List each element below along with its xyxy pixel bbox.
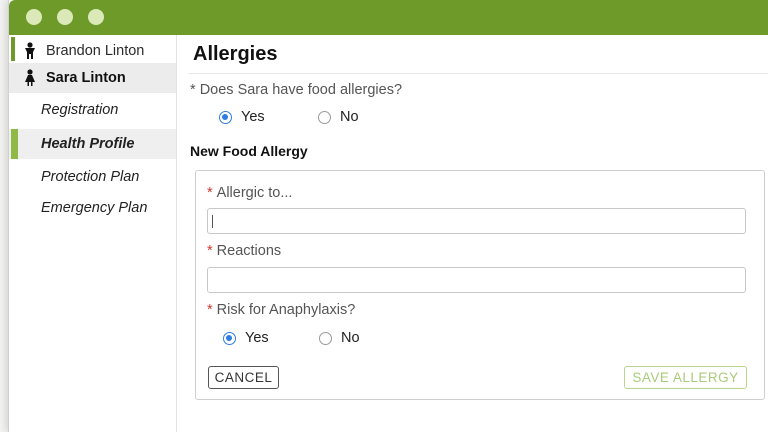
- allergic-to-input[interactable]: [207, 208, 746, 234]
- window-control-dot[interactable]: [26, 9, 42, 25]
- question-text: Does Sara have food allergies?: [199, 82, 403, 98]
- allergic-to-label: * Allergic to...: [207, 185, 292, 201]
- main-content: Allergies * Does Sara have food allergie…: [177, 35, 768, 432]
- anaphylaxis-yes-radio[interactable]: Yes: [223, 330, 269, 346]
- sidebar-person-brandon[interactable]: Brandon Linton: [9, 37, 176, 65]
- sidebar: Brandon Linton Sara Linton Registration …: [9, 35, 177, 432]
- label-text: Reactions: [216, 243, 282, 259]
- save-allergy-button[interactable]: SAVE ALLERGY: [624, 366, 747, 389]
- text-cursor: [212, 215, 213, 228]
- required-mark: *: [207, 185, 213, 201]
- radio-unselected[interactable]: [319, 331, 332, 345]
- anaphylaxis-label: * Risk for Anaphylaxis?: [207, 302, 355, 318]
- app-window: Brandon Linton Sara Linton Registration …: [8, 0, 768, 432]
- reactions-label: * Reactions: [207, 243, 281, 259]
- window-control-dot[interactable]: [88, 9, 104, 25]
- radio-selected[interactable]: [219, 110, 232, 124]
- radio-label: No: [340, 109, 359, 125]
- section-title: New Food Allergy: [190, 143, 308, 159]
- food-allergy-question: * Does Sara have food allergies?: [190, 82, 402, 98]
- reactions-input[interactable]: [207, 267, 746, 293]
- radio-selected[interactable]: [223, 331, 236, 345]
- food-allergy-yes-radio[interactable]: Yes: [219, 109, 265, 125]
- child-girl-icon: [25, 69, 35, 86]
- sidebar-person-sara[interactable]: Sara Linton: [9, 63, 176, 93]
- radio-unselected[interactable]: [318, 110, 331, 124]
- radio-label: No: [341, 330, 360, 346]
- sidebar-item-registration[interactable]: Registration: [9, 95, 176, 125]
- page-title: Allergies: [193, 43, 278, 65]
- required-mark: *: [207, 243, 213, 259]
- sidebar-item-emergency-plan[interactable]: Emergency Plan: [9, 193, 176, 223]
- radio-label: Yes: [241, 109, 265, 125]
- child-boy-icon: [25, 42, 35, 59]
- label-text: Allergic to...: [216, 185, 293, 201]
- sidebar-item-protection-plan[interactable]: Protection Plan: [9, 162, 176, 192]
- radio-label: Yes: [245, 330, 269, 346]
- divider: [189, 73, 768, 74]
- title-bar: [9, 0, 768, 35]
- sidebar-item-health-profile[interactable]: Health Profile: [9, 129, 176, 159]
- new-allergy-form: * Allergic to... * Reactions * Risk for Ana…: [195, 170, 765, 400]
- required-mark: *: [207, 302, 213, 318]
- cancel-button[interactable]: CANCEL: [208, 366, 279, 389]
- person-name: Brandon Linton: [46, 43, 145, 59]
- label-text: Risk for Anaphylaxis?: [216, 302, 356, 318]
- anaphylaxis-no-radio[interactable]: No: [319, 330, 360, 346]
- required-mark: *: [190, 82, 196, 98]
- person-name: Sara Linton: [46, 70, 126, 86]
- window-control-dot[interactable]: [57, 9, 73, 25]
- food-allergy-no-radio[interactable]: No: [318, 109, 359, 125]
